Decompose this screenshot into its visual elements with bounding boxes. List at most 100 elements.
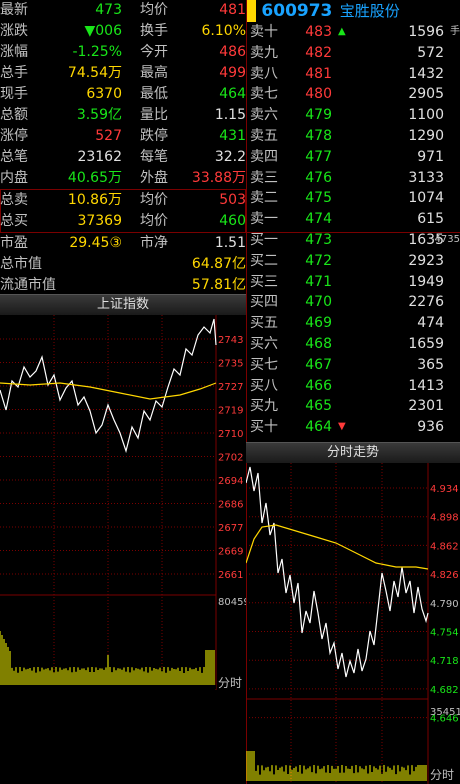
order-price: 476 <box>305 169 332 186</box>
price-tick-label: 2710 <box>218 429 243 440</box>
order-price: 470 <box>305 294 332 311</box>
ask-row[interactable]: 卖十 483 ▲ 1596 手 <box>250 22 460 43</box>
order-level-label: 卖六 <box>250 107 278 124</box>
order-volume: 1659 <box>408 336 444 352</box>
order-level-label: 买九 <box>250 398 278 415</box>
ask-row[interactable]: 卖一 474 615 <box>250 209 460 230</box>
ask-row[interactable]: 卖六 479 1100 <box>250 105 460 126</box>
bid-row[interactable]: 买八 466 1413 <box>250 376 460 397</box>
index-chart[interactable]: 2743 2735 2727 2719 2710 2702 2694 2686 2677 2669… <box>0 315 246 690</box>
price-tick-label: 4.934 <box>430 484 459 495</box>
order-level-label: 买四 <box>250 294 278 311</box>
ask-row[interactable]: 卖七 480 2905 <box>250 84 460 105</box>
index-chart-title[interactable]: 上证指数 <box>0 294 246 315</box>
order-level-label: 卖一 <box>250 211 278 228</box>
order-price: 465 <box>305 398 332 415</box>
order-volume: 971 <box>417 148 444 165</box>
price-tick-label: 4.682 <box>430 685 459 696</box>
order-level-label: 卖八 <box>250 65 278 82</box>
price-tick-label: 4.718 <box>430 656 459 667</box>
intraday-chart[interactable]: 4.934 4.898 4.862 4.826 4.790 4.754 4.718 4.682… <box>246 463 460 784</box>
order-volume: 572 <box>417 44 444 61</box>
price-line <box>246 466 429 678</box>
bid-row[interactable]: 买十 464 ▼ 936 <box>250 417 460 438</box>
order-volume: 365 <box>417 356 444 373</box>
time-label[interactable]: 分时 <box>218 676 242 690</box>
order-level-label: 卖四 <box>250 148 278 165</box>
order-price: 477 <box>305 148 332 165</box>
volume-tick-label: 35451 <box>430 707 460 718</box>
ask-row[interactable]: 卖四 477 971 <box>250 147 460 168</box>
price-tick-label: 2702 <box>218 453 243 464</box>
order-price: 471 <box>305 273 332 290</box>
arrow-down-icon: ▼ <box>338 421 346 433</box>
order-level-label: 卖三 <box>250 169 278 186</box>
order-price: 478 <box>305 128 332 144</box>
price-tick-label: 2677 <box>218 523 243 534</box>
order-price: 480 <box>305 86 332 103</box>
order-extra: 手 <box>450 26 460 37</box>
arrow-up-icon: ▲ <box>338 26 346 37</box>
order-price: 469 <box>305 315 332 332</box>
order-volume: 1074 <box>408 190 444 207</box>
order-price: 483 <box>305 24 332 40</box>
order-volume: 1290 <box>408 128 444 144</box>
price-tick-label: 4.826 <box>430 570 459 581</box>
order-extra: -4735 <box>430 234 460 245</box>
price-tick-label: 2694 <box>218 476 243 487</box>
price-tick-label: 4.754 <box>430 628 459 639</box>
order-price: 482 <box>305 44 332 61</box>
price-tick-label: 2669 <box>218 547 243 558</box>
price-tick-label: 4.790 <box>430 599 459 610</box>
order-level-label: 买八 <box>250 377 278 394</box>
time-label[interactable]: 分时 <box>430 768 454 782</box>
price-tick-label: 2661 <box>218 570 243 581</box>
order-volume: 1949 <box>408 273 444 290</box>
order-level-label: 买六 <box>250 336 278 352</box>
order-price: 472 <box>305 252 332 269</box>
order-level-label: 买七 <box>250 356 278 373</box>
bid-row[interactable]: 买七 467 365 <box>250 355 460 376</box>
price-tick-label: 2743 <box>218 335 243 346</box>
order-price: 475 <box>305 190 332 207</box>
order-price: 468 <box>305 336 332 352</box>
bid-row[interactable]: 买三 471 1949 <box>250 272 460 293</box>
bid-row[interactable]: 买二 472 2923 <box>250 251 460 272</box>
order-volume: 474 <box>417 315 444 332</box>
volume-tick-label: 80459 <box>218 597 246 608</box>
ask-row[interactable]: 卖三 476 3133 <box>250 168 460 189</box>
order-volume: 2923 <box>408 252 444 269</box>
order-volume: 1413 <box>408 377 444 394</box>
order-volume: 2301 <box>408 398 444 415</box>
order-price: 467 <box>305 356 332 373</box>
order-price: 473 <box>305 232 332 248</box>
ask-row[interactable]: 卖九 482 572 <box>250 43 460 64</box>
price-tick-label: 4.898 <box>430 513 459 524</box>
order-level-label: 卖九 <box>250 44 278 61</box>
order-price: 474 <box>305 211 332 228</box>
order-level-label: 买五 <box>250 315 278 332</box>
order-price: 466 <box>305 377 332 394</box>
intraday-chart-title[interactable]: 分时走势 <box>246 442 460 463</box>
order-volume: 3133 <box>408 169 444 186</box>
order-book-divider <box>246 232 460 233</box>
price-tick-label: 2735 <box>218 359 243 370</box>
order-level-label: 买十 <box>250 419 278 436</box>
ask-row[interactable]: 卖五 478 1290 <box>250 126 460 147</box>
order-volume: 2905 <box>408 86 444 103</box>
bid-row[interactable]: 买五 469 474 <box>250 313 460 334</box>
order-volume: 2276 <box>408 294 444 311</box>
ask-row[interactable]: 卖八 481 1432 <box>250 64 460 85</box>
ask-row[interactable]: 卖二 475 1074 <box>250 188 460 209</box>
bid-row[interactable]: 买九 465 2301 <box>250 396 460 417</box>
bid-row[interactable]: 买六 468 1659 <box>250 334 460 355</box>
price-tick-label: 2727 <box>218 382 243 393</box>
price-tick-label: 2686 <box>218 500 243 511</box>
order-level-label: 买一 <box>250 232 278 248</box>
order-price: 464 <box>305 419 332 436</box>
bid-row[interactable]: 买四 470 2276 <box>250 292 460 313</box>
bid-row[interactable]: 买一 473 1635 -4735 <box>250 230 460 251</box>
price-tick-label: 2719 <box>218 406 243 417</box>
order-volume: 1100 <box>408 107 444 124</box>
order-volume: 936 <box>417 419 444 436</box>
